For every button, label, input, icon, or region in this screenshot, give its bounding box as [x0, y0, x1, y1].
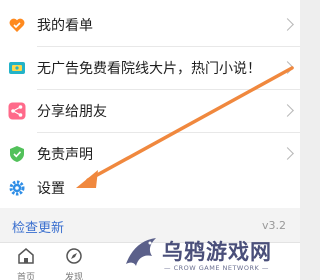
shield-icon [8, 145, 26, 163]
version-label: v3.2 [261, 219, 286, 232]
menu-item-settings[interactable]: 设置 [0, 168, 300, 208]
chevron-right-icon [281, 61, 294, 74]
chevron-right-icon [281, 147, 294, 160]
menu-item-label: 分享给朋友 [37, 104, 107, 120]
menu-card: 我的看单 无广告免费看院线大片，热门小说！ 分享给朋友 免责声明 [0, 0, 300, 190]
tab-label: 发现 [64, 273, 83, 280]
tab-discover[interactable]: 发现 [54, 247, 94, 280]
tab-home[interactable]: 首页 [6, 247, 46, 280]
crow-logo-icon [122, 234, 160, 274]
menu-item-label: 免责声明 [37, 147, 93, 163]
menu-item-label: 我的看单 [37, 18, 93, 34]
menu-item-share[interactable]: 分享给朋友 [0, 90, 300, 132]
share-icon [8, 102, 26, 120]
gear-icon [8, 179, 26, 197]
menu-item-label: 设置 [37, 181, 65, 197]
menu-item-label: 无广告免费看院线大片，热门小说！ [37, 61, 261, 77]
watermark-subtitle: — CROW GAME NETWORK — [164, 264, 269, 272]
watermark-title: 乌鸦游戏网 [162, 240, 272, 264]
chevron-right-icon [281, 18, 294, 31]
menu-item-ad-free[interactable]: 无广告免费看院线大片，热门小说！ [0, 47, 300, 89]
watermark: 乌鸦游戏网 — CROW GAME NETWORK — [118, 232, 298, 278]
menu-item-my-list[interactable]: 我的看单 [0, 4, 300, 46]
discover-icon [65, 247, 83, 269]
heart-icon [8, 16, 26, 34]
check-update-label: 检查更新 [12, 221, 65, 236]
tab-label: 首页 [16, 273, 35, 280]
chevron-right-icon [281, 104, 294, 117]
home-icon [17, 247, 35, 269]
ticket-icon [8, 59, 26, 77]
